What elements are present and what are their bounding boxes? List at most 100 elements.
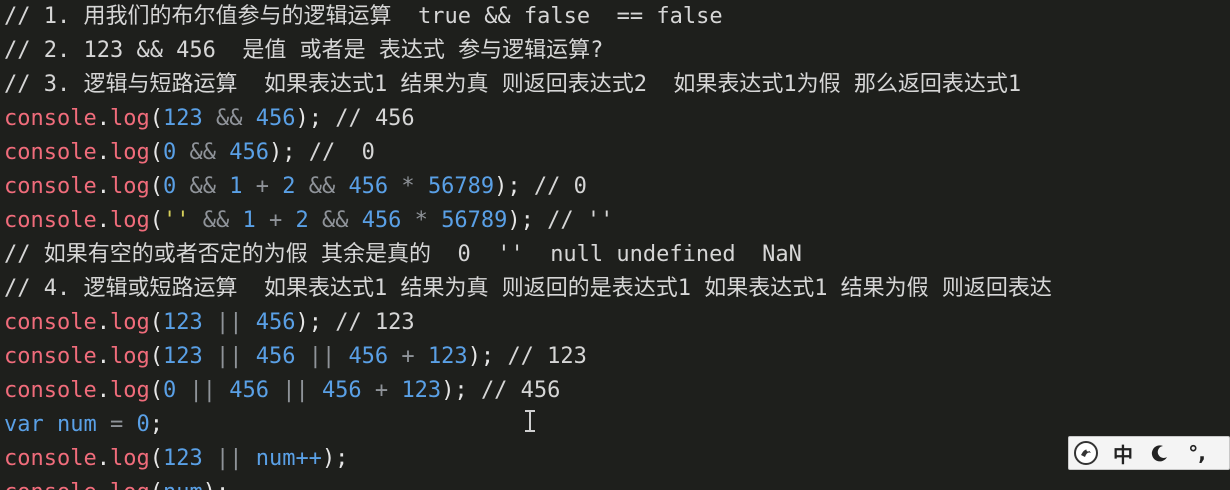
code-token-num: 456: [361, 208, 402, 233]
code-token-punc: .: [96, 106, 110, 131]
code-token-op: ||: [176, 378, 230, 403]
code-line[interactable]: // 3. 逻辑与短路运算 如果表达式1 结果为真 则返回表达式2 如果表达式1…: [4, 68, 1021, 102]
code-token-num: 2: [282, 174, 296, 199]
code-token-num: 123: [162, 446, 203, 471]
code-token-obj: log: [109, 106, 150, 131]
code-token-obj: console: [4, 174, 97, 199]
code-token-num: 0: [162, 140, 177, 165]
code-line[interactable]: console.log(0 && 1 + 2 && 456 * 56789); …: [4, 170, 587, 204]
code-line[interactable]: console.log(num);: [4, 476, 229, 490]
code-line[interactable]: // 1. 用我们的布尔值参与的逻辑运算 true && false == fa…: [4, 0, 723, 34]
code-token-num: 456: [229, 140, 269, 165]
code-token-punc: );: [494, 174, 534, 199]
code-line[interactable]: // 2. 123 && 456 是值 或者是 表达式 参与逻辑运算?: [4, 34, 603, 68]
code-token-op: ||: [202, 446, 256, 471]
code-token-op: ||: [268, 378, 322, 403]
code-token-op: =: [96, 412, 137, 437]
code-token-punc: (: [149, 378, 163, 403]
code-token-kw: var: [4, 412, 44, 437]
moon-icon[interactable]: [1143, 436, 1177, 470]
ime-toolbar[interactable]: 中 °,: [1068, 436, 1230, 470]
code-token-obj: console: [4, 446, 97, 471]
code-token-num: 123: [162, 310, 203, 335]
code-token-num: 0: [162, 378, 177, 403]
code-token-punc: ;: [149, 412, 163, 437]
code-token-cmt: // 0: [533, 174, 587, 199]
code-line[interactable]: console.log(123 || 456 || 456 + 123); //…: [4, 340, 587, 374]
code-token-op: &&: [308, 208, 362, 233]
ime-language-toggle[interactable]: 中: [1103, 436, 1143, 470]
code-line[interactable]: console.log(123 && 456); // 456: [4, 102, 415, 136]
code-token-obj: console: [4, 310, 97, 335]
code-token-cmt: // 123: [507, 344, 587, 369]
code-token-obj: log: [109, 310, 150, 335]
code-token-punc: );: [507, 208, 548, 233]
code-token-num: 123: [162, 344, 203, 369]
code-token-num: 456: [321, 378, 362, 403]
code-token-ident: num: [163, 480, 203, 490]
code-line[interactable]: // 4. 逻辑或短路运算 如果表达式1 结果为真 则返回的是表达式1 如果表达…: [4, 272, 1052, 306]
code-token-op: *: [388, 174, 428, 199]
code-line[interactable]: console.log(123 || 456); // 123: [4, 306, 415, 340]
code-token-op: +: [361, 378, 402, 403]
code-token-op: +: [388, 344, 428, 369]
code-token-cmt: // 456: [335, 106, 415, 131]
ime-logo-icon[interactable]: [1069, 436, 1103, 470]
code-token-op: &&: [202, 106, 256, 131]
code-line[interactable]: console.log(0 && 456); // 0: [4, 136, 375, 170]
code-token-num: 1: [242, 208, 256, 233]
code-token-num: 123: [427, 344, 468, 369]
code-line[interactable]: var num = 0;: [4, 408, 163, 442]
code-token-ident: num: [57, 412, 97, 437]
code-token-op: ||: [202, 344, 256, 369]
code-token-cmt: // 1. 用我们的布尔值参与的逻辑运算 true && false == fa…: [4, 4, 723, 29]
code-token-punc: .: [97, 480, 110, 490]
code-token-punc: (: [149, 106, 163, 131]
code-token-num: 1: [229, 174, 243, 199]
code-token-cmt: // '': [547, 208, 614, 233]
code-token-punc: (: [149, 344, 163, 369]
code-token-num: 456: [348, 344, 389, 369]
code-token-op: *: [401, 208, 442, 233]
code-token-obj: log: [109, 140, 150, 165]
code-token-num: 456: [255, 310, 296, 335]
code-token-punc: );: [268, 140, 309, 165]
code-line[interactable]: console.log(0 || 456 || 456 + 123); // 4…: [4, 374, 560, 408]
code-token-op: +: [242, 174, 283, 199]
code-token-punc: (: [149, 208, 163, 233]
code-token-punc: .: [96, 344, 110, 369]
code-line[interactable]: // 如果有空的或者否定的为假 其余是真的 0 '' null undefine…: [4, 238, 802, 272]
code-token-op: &&: [189, 208, 243, 233]
code-token-cmt: // 2. 123 && 456 是值 或者是 表达式 参与逻辑运算?: [4, 38, 604, 63]
code-token-punc: );: [321, 446, 349, 471]
code-token-cmt: // 123: [335, 310, 415, 335]
code-line[interactable]: console.log('' && 1 + 2 && 456 * 56789);…: [4, 204, 613, 238]
code-token-op: +: [255, 208, 296, 233]
code-token-punc: );: [467, 344, 508, 369]
code-line[interactable]: console.log(123 || num++);: [4, 442, 348, 476]
code-token-num: 0: [162, 174, 177, 199]
code-token-obj: console: [4, 480, 97, 490]
code-token-cmt: // 0: [308, 140, 375, 165]
code-editor[interactable]: // 1. 用我们的布尔值参与的逻辑运算 true && false == fa…: [0, 0, 1230, 490]
code-token-obj: log: [109, 208, 150, 233]
code-token-num: 56789: [441, 208, 508, 233]
code-token-punc: (: [149, 140, 163, 165]
code-token-obj: console: [4, 208, 97, 233]
code-token-op: ||: [202, 310, 256, 335]
code-token-punc: .: [96, 446, 110, 471]
code-token-punc: );: [295, 106, 336, 131]
code-token-cmt: // 如果有空的或者否定的为假 其余是真的 0 '' null undefine…: [4, 242, 802, 267]
code-token-obj: console: [4, 344, 97, 369]
code-token-obj: console: [4, 106, 97, 131]
code-token-num: 456: [348, 174, 389, 199]
code-token-obj: log: [109, 446, 150, 471]
code-token-punc: .: [96, 140, 110, 165]
code-token-num: 123: [162, 106, 203, 131]
code-token-punc: .: [96, 378, 110, 403]
code-token-obj: log: [110, 480, 150, 490]
code-token-cmt: // 456: [480, 378, 561, 403]
code-token-num: 123: [401, 378, 442, 403]
ime-punctuation-toggle[interactable]: °,: [1177, 436, 1217, 470]
code-token-obj: console: [4, 378, 97, 403]
